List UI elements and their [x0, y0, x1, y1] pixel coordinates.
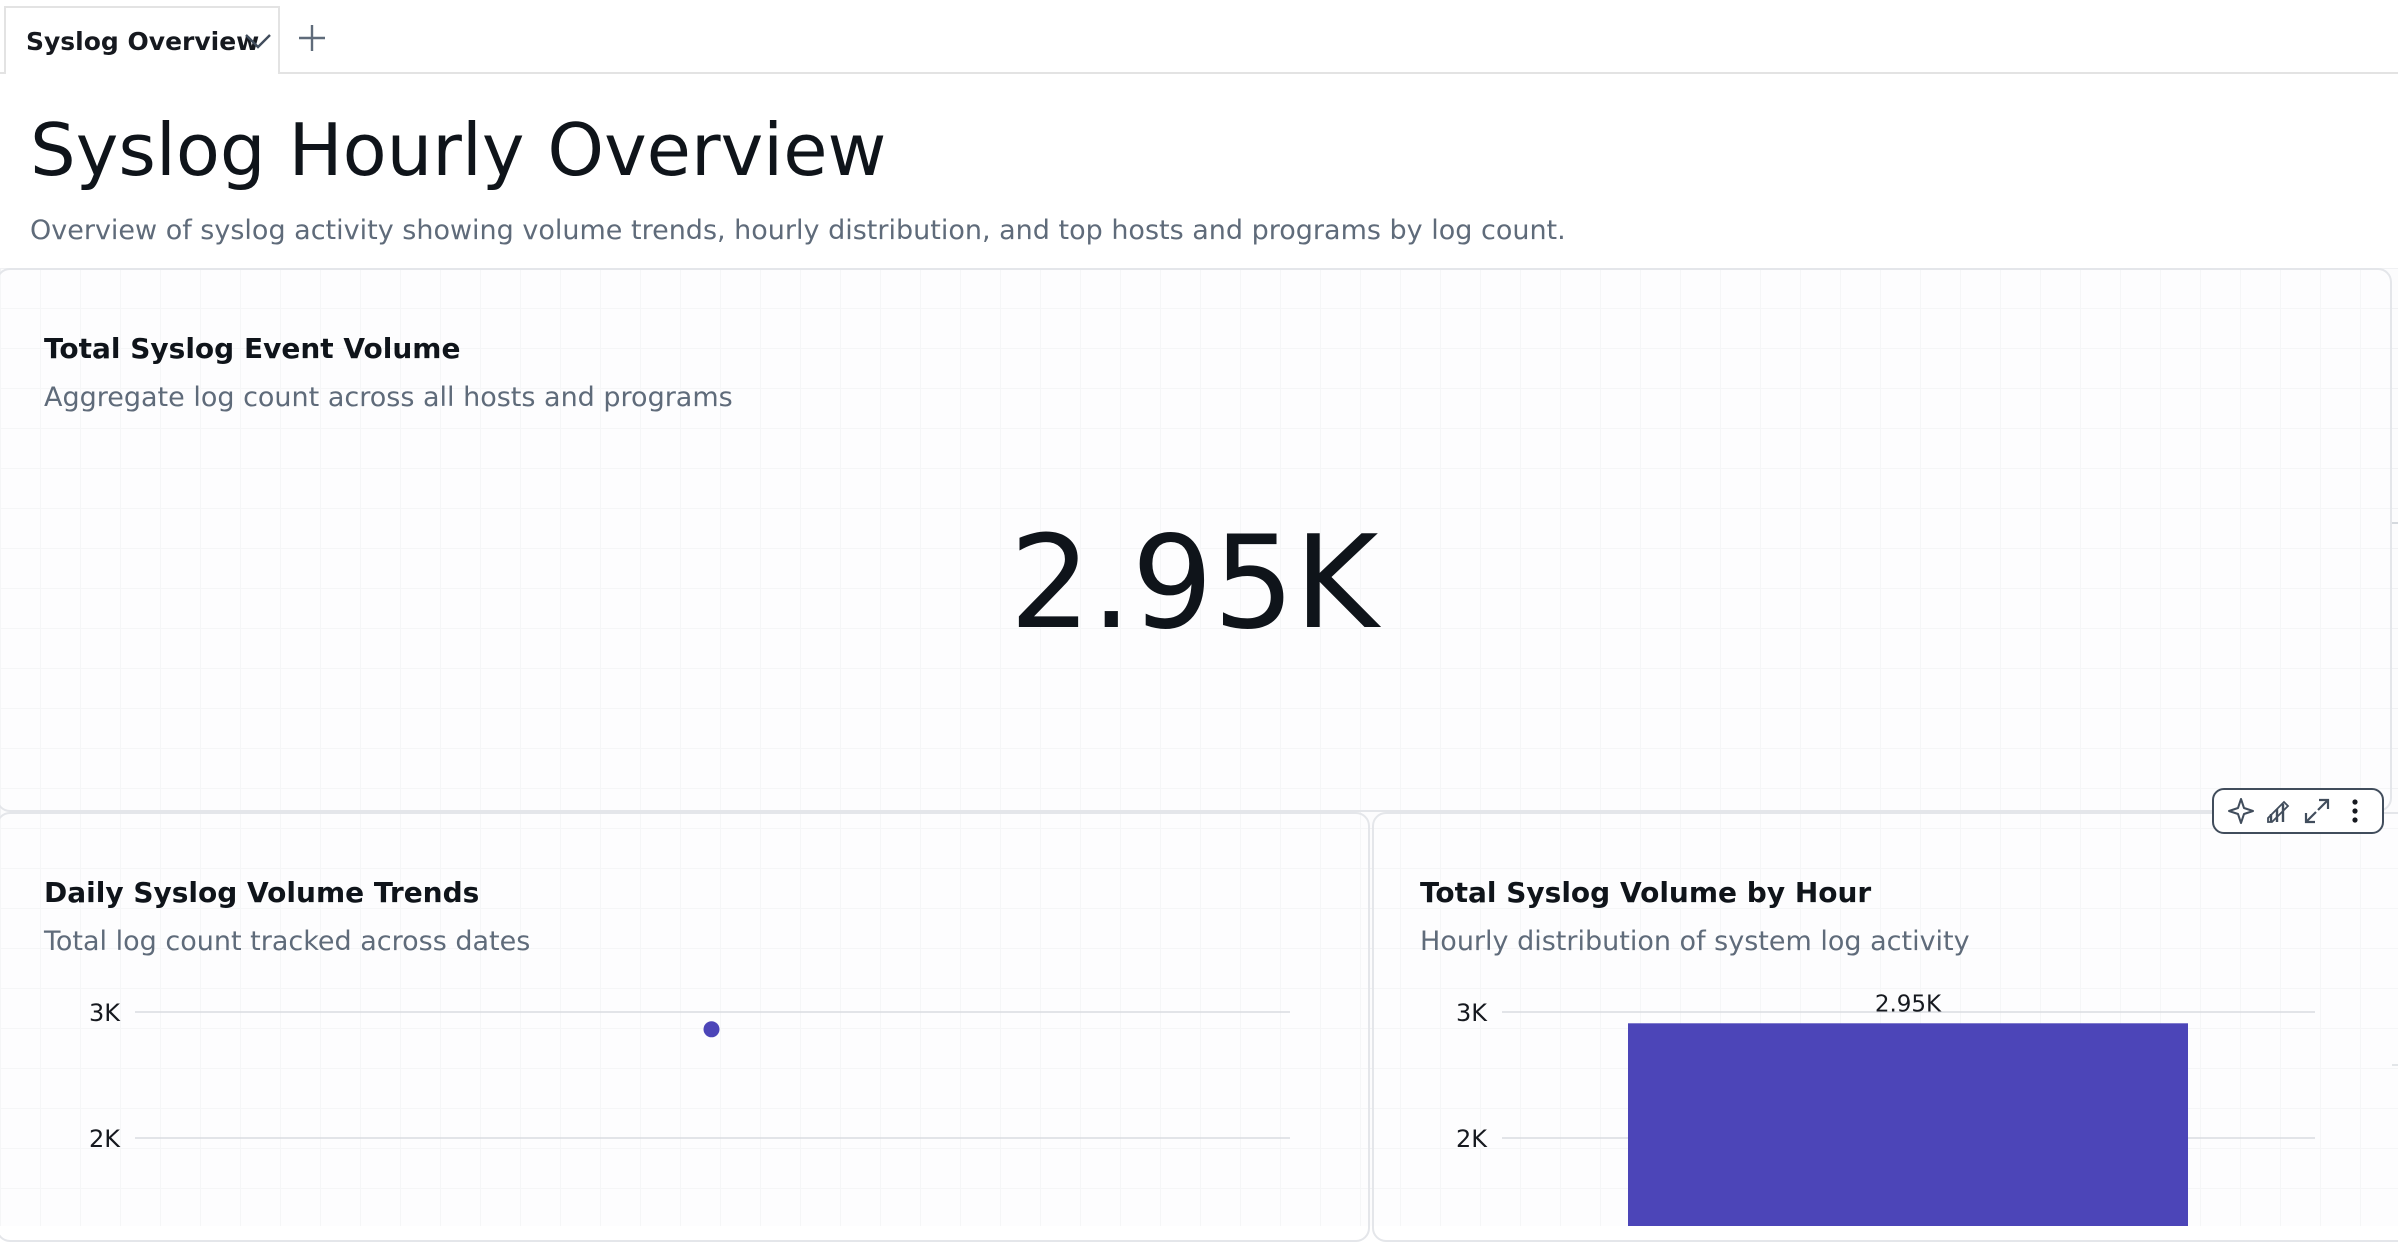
- chart-edit-icon[interactable]: [2262, 794, 2296, 828]
- sparkle-icon[interactable]: [2224, 794, 2258, 828]
- kpi-value-text: 2.95K: [1009, 509, 1379, 658]
- visual-toolbar: [2212, 788, 2384, 834]
- tab-bar: Syslog Overview: [0, 0, 2398, 74]
- kpi-card-title: Total Syslog Event Volume: [44, 332, 461, 365]
- bar-chart-subtitle: Hourly distribution of system log activi…: [1420, 926, 1970, 957]
- tab-syslog-overview[interactable]: Syslog Overview: [4, 6, 280, 74]
- kpi-card-subtitle: Aggregate log count across all hosts and…: [44, 382, 733, 413]
- expand-icon[interactable]: [2300, 794, 2334, 828]
- add-tab-icon[interactable]: [296, 22, 328, 54]
- resize-edge-mark: [2392, 522, 2398, 524]
- chevron-down-icon[interactable]: [242, 30, 274, 52]
- more-vertical-icon[interactable]: [2338, 794, 2372, 828]
- page-description: Overview of syslog activity showing volu…: [30, 215, 1566, 246]
- bar-chart-title: Total Syslog Volume by Hour: [1420, 876, 1872, 909]
- tab-label: Syslog Overview: [26, 26, 260, 56]
- line-chart-title: Daily Syslog Volume Trends: [44, 876, 480, 909]
- kpi-value: 2.95K: [0, 520, 2390, 648]
- page-title: Syslog Hourly Overview: [30, 108, 887, 192]
- line-chart-subtitle: Total log count tracked across dates: [44, 926, 531, 957]
